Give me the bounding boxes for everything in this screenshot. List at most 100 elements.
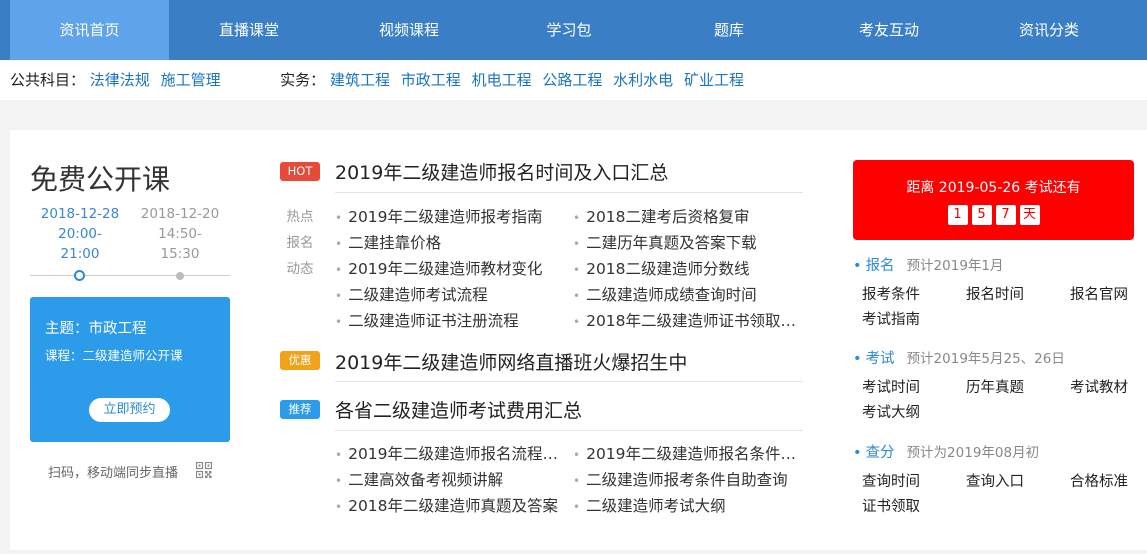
stage-link[interactable]: 考试教材 [1070, 376, 1147, 401]
stage-link[interactable]: 考试时间 [862, 376, 966, 401]
news-list: 2018二建考后资格复审 二建历年真题及答案下载 2018二级建造师分数线 二级… [573, 204, 803, 334]
stage-link[interactable]: 报考条件 [862, 283, 966, 308]
countdown-unit: 天 [1019, 205, 1040, 225]
stage-score: • 查分 预计为2019年08月初 查询时间 查询入口 合格标准 证书领取 [853, 442, 1143, 520]
nav-item-study-pack[interactable]: 学习包 [489, 0, 649, 60]
stage-signup: • 报名 预计2019年1月 报考条件 报名时间 报名官网 考试指南 [853, 255, 1143, 333]
nav-item-live-class[interactable]: 直播课堂 [169, 0, 329, 60]
bullet-icon: • [853, 445, 862, 461]
course-time-end: 15:30 [160, 246, 200, 262]
subject-link[interactable]: 水利水电 [613, 71, 673, 89]
reserve-button[interactable]: 立即预约 [89, 398, 170, 422]
news-link[interactable]: 2018年二级建造师真题及答案 [335, 493, 560, 519]
recommend-badge: 推荐 [280, 400, 320, 419]
stage-link[interactable]: 合格标准 [1070, 470, 1147, 495]
stage-link[interactable]: 考试大纲 [862, 401, 966, 426]
timeline-dot[interactable] [176, 272, 184, 280]
news-link[interactable]: 二级建造师成绩查询时间 [573, 282, 803, 308]
course-date: 2018-12-20 [140, 206, 220, 222]
divider [335, 192, 803, 193]
free-course-title: 免费公开课 [30, 163, 171, 196]
news-link[interactable]: 2019年二级建造师报名条件解读 [573, 441, 803, 467]
countdown-digit: 1 [947, 205, 968, 225]
course-time-end: 21:00 [60, 246, 100, 262]
divider [335, 381, 803, 382]
course-card: 主题：市政工程 课程：二级建造师公开课 立即预约 [30, 297, 230, 442]
stage-link[interactable]: 查询入口 [966, 470, 1070, 495]
news-link[interactable]: 2019年二级建造师报名流程图解 [335, 441, 560, 467]
discount-badge: 优惠 [280, 351, 320, 370]
subject-link[interactable]: 市政工程 [401, 71, 461, 89]
hot-badge: HOT [280, 162, 320, 181]
nav-item-video-course[interactable]: 视频课程 [329, 0, 489, 60]
countdown-digit: 5 [971, 205, 992, 225]
qr-code-icon[interactable] [196, 462, 212, 478]
side-tag-signup: 报名 [286, 235, 314, 251]
stage-name[interactable]: 报名 [866, 258, 895, 274]
stage-estimate: 预计为2019年08月初 [906, 445, 1040, 461]
stage-link[interactable]: 查询时间 [862, 470, 966, 495]
stage-estimate: 预计2019年1月 [906, 258, 1004, 274]
side-tag-hot: 热点 [286, 209, 314, 225]
subject-bar: 公共科目： 法律法规 施工管理 实务： 建筑工程 市政工程 机电工程 公路工程 … [0, 60, 1147, 100]
headline-link[interactable]: 2019年二级建造师报名时间及入口汇总 [335, 158, 668, 185]
subject-link[interactable]: 公路工程 [542, 71, 602, 89]
news-link[interactable]: 二级建造师考试大纲 [573, 493, 803, 519]
headline-link[interactable]: 2019年二级建造师网络直播班火爆招生中 [335, 348, 687, 375]
subject-link[interactable]: 法律法规 [90, 71, 150, 89]
stage-link[interactable]: 考试指南 [862, 308, 966, 333]
news-link[interactable]: 2019年二级建造师报考指南 [335, 204, 560, 230]
nav-item-question-bank[interactable]: 题库 [649, 0, 809, 60]
stage-link[interactable]: 报名时间 [966, 283, 1070, 308]
news-list: 2019年二级建造师报考指南 二建挂靠价格 2019年二级建造师教材变化 二级建… [335, 204, 560, 334]
news-link[interactable]: 二级建造师报考条件自助查询 [573, 467, 803, 493]
top-nav: 资讯首页 直播课堂 视频课程 学习包 题库 考友互动 资讯分类 [0, 0, 1147, 60]
stage-name[interactable]: 考试 [866, 351, 895, 367]
timeline-dot-active[interactable] [74, 270, 85, 281]
stage-link[interactable]: 证书领取 [862, 495, 966, 520]
course-date: 2018-12-28 [40, 206, 120, 222]
divider [335, 430, 803, 431]
news-list: 2019年二级建造师报名流程图解 二建高效备考视频讲解 2018年二级建造师真题… [335, 441, 560, 519]
subject-link[interactable]: 机电工程 [472, 71, 532, 89]
news-link[interactable]: 二建高效备考视频讲解 [335, 467, 560, 493]
subject-link[interactable]: 矿业工程 [684, 71, 744, 89]
subject-link[interactable]: 施工管理 [161, 71, 221, 89]
countdown-digits: 1 5 7 天 [853, 205, 1134, 225]
stage-link[interactable]: 报名官网 [1070, 283, 1147, 308]
course-date-inactive[interactable]: 2018-12-20 14:50- 15:30 [135, 204, 225, 264]
stage-name[interactable]: 查分 [866, 445, 895, 461]
countdown-digit: 7 [995, 205, 1016, 225]
exam-countdown: 距离 2019-05-26 考试还有 1 5 7 天 [853, 160, 1134, 240]
news-link[interactable]: 2018年二级建造师证书领取时间 [573, 308, 803, 334]
news-link[interactable]: 2019年二级建造师教材变化 [335, 256, 560, 282]
countdown-text: 距离 2019-05-26 考试还有 [906, 180, 1081, 196]
bullet-icon: • [853, 258, 862, 274]
news-link[interactable]: 2018二级建造师分数线 [573, 256, 803, 282]
nav-item-categories[interactable]: 资讯分类 [969, 0, 1129, 60]
news-link[interactable]: 2018二建考后资格复审 [573, 204, 803, 230]
course-date-active[interactable]: 2018-12-28 20:00- 21:00 [35, 204, 125, 264]
news-list: 2019年二级建造师报名条件解读 二级建造师报考条件自助查询 二级建造师考试大纲 [573, 441, 803, 519]
scan-text: 扫码，移动端同步直播 [48, 466, 179, 481]
headline-link[interactable]: 各省二级建造师考试费用汇总 [335, 396, 582, 423]
side-tag-news: 动态 [286, 261, 314, 277]
bullet-icon: • [853, 351, 862, 367]
main-panel: 免费公开课 2018-12-28 20:00- 21:00 2018-12-20… [10, 130, 1147, 550]
news-link[interactable]: 二建挂靠价格 [335, 230, 560, 256]
stage-exam: • 考试 预计2019年5月25、26日 考试时间 历年真题 考试教材 考试大纲 [853, 348, 1143, 426]
course-name: 课程：二级建造师公开课 [45, 348, 183, 363]
news-link[interactable]: 二级建造师证书注册流程 [335, 308, 560, 334]
timeline-line [30, 275, 230, 276]
news-link[interactable]: 二级建造师考试流程 [335, 282, 560, 308]
nav-item-community[interactable]: 考友互动 [809, 0, 969, 60]
course-time-start: 14:50- [158, 226, 202, 242]
subject-link[interactable]: 建筑工程 [330, 71, 390, 89]
news-link[interactable]: 二建历年真题及答案下载 [573, 230, 803, 256]
nav-item-news-home[interactable]: 资讯首页 [10, 0, 169, 60]
side-tags: 热点 报名 动态 [280, 206, 320, 284]
course-theme: 主题：市政工程 [45, 321, 147, 337]
practice-subjects-label: 实务： [280, 71, 326, 89]
public-subjects-label: 公共科目： [10, 71, 86, 89]
stage-link[interactable]: 历年真题 [966, 376, 1070, 401]
